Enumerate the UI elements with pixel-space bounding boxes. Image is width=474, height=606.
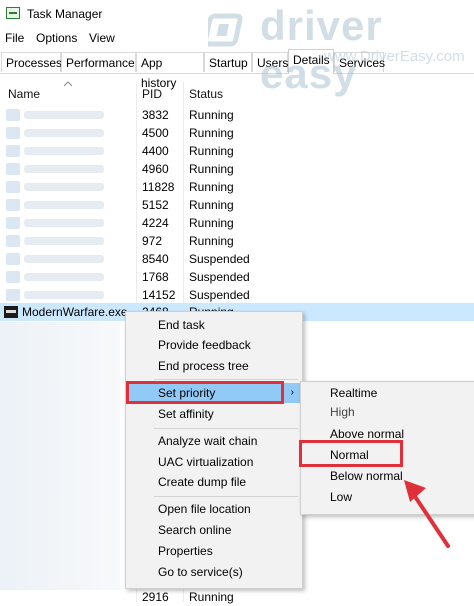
driver-easy-logo-icon xyxy=(208,13,243,47)
process-pid: 2916 xyxy=(142,590,169,604)
process-pid: 4224 xyxy=(142,216,169,230)
process-status: Running xyxy=(189,180,234,194)
blurred-process-name xyxy=(24,291,104,299)
menu-item-open-file-location[interactable]: Open file location xyxy=(126,499,302,519)
table-row[interactable]: 8540 Suspended xyxy=(0,250,474,268)
menu-item-create-dump-file[interactable]: Create dump file xyxy=(126,472,302,492)
menu-options[interactable]: Options xyxy=(36,31,77,45)
table-row[interactable]: 4960 Running xyxy=(0,160,474,178)
blurred-process-name xyxy=(24,219,104,227)
sort-up-icon xyxy=(64,81,72,87)
process-pid: 972 xyxy=(142,234,163,248)
process-icon xyxy=(6,253,20,265)
blurred-process-name xyxy=(24,111,104,119)
process-status: Suspended xyxy=(189,288,250,302)
blurred-process-name xyxy=(24,165,104,173)
menu-item-set-affinity[interactable]: Set affinity xyxy=(126,404,302,424)
blurred-process-name xyxy=(24,201,104,209)
process-pid: 4400 xyxy=(142,144,169,158)
process-status: Running xyxy=(189,108,234,122)
priority-normal[interactable]: Normal xyxy=(301,445,474,465)
menu-item-provide-feedback[interactable]: Provide feedback xyxy=(126,335,302,355)
menu-separator xyxy=(154,379,298,380)
menu-file[interactable]: File xyxy=(5,31,24,45)
process-status: Running xyxy=(189,162,234,176)
blurred-process-name xyxy=(24,237,104,245)
priority-above-normal[interactable]: Above normal xyxy=(301,424,474,444)
process-status: Suspended xyxy=(189,252,250,266)
context-menu: End task Provide feedback End process tr… xyxy=(125,311,303,589)
menu-item-end-process-tree[interactable]: End process tree xyxy=(126,356,302,376)
blurred-process-name xyxy=(24,147,104,155)
column-header-pid[interactable]: PID xyxy=(142,87,162,101)
task-manager-icon xyxy=(6,7,20,19)
menu-item-search-online[interactable]: Search online xyxy=(126,520,302,540)
process-icon xyxy=(6,199,20,211)
process-status: Running xyxy=(189,216,234,230)
modern-warfare-icon xyxy=(4,306,18,318)
process-status: Suspended xyxy=(189,270,250,284)
blurred-process-names xyxy=(0,322,120,590)
table-row[interactable]: 4500 Running xyxy=(0,124,474,142)
table-row[interactable]: 3832 Running xyxy=(0,106,474,124)
menu-item-go-to-services[interactable]: Go to service(s) xyxy=(126,562,302,582)
tab-processes[interactable]: Processes xyxy=(1,52,62,72)
menu-item-analyze-wait-chain[interactable]: Analyze wait chain xyxy=(126,431,302,451)
table-row[interactable]: 14152 Suspended xyxy=(0,286,474,304)
menu-separator xyxy=(154,428,298,429)
process-icon xyxy=(6,289,20,301)
table-row[interactable]: 4400 Running xyxy=(0,142,474,160)
watermark-url: www.DriverEasy.com xyxy=(324,48,465,65)
process-status: Running xyxy=(189,590,234,604)
table-row[interactable]: 2916 Running xyxy=(0,588,474,606)
process-status: Running xyxy=(189,126,234,140)
menu-item-uac-virtualization[interactable]: UAC virtualization xyxy=(126,452,302,472)
process-icon xyxy=(6,181,20,193)
process-icon xyxy=(6,127,20,139)
process-name: ModernWarfare.exe xyxy=(22,305,128,319)
blurred-process-name xyxy=(24,273,104,281)
driver-easy-watermark: driver easy www.DriverEasy.com xyxy=(204,2,474,97)
priority-realtime[interactable]: Realtime xyxy=(301,383,474,403)
process-status: Running xyxy=(189,144,234,158)
column-header-name[interactable]: Name xyxy=(8,87,40,101)
menu-view[interactable]: View xyxy=(89,31,115,45)
process-icon xyxy=(6,163,20,175)
process-pid: 8540 xyxy=(142,252,169,266)
menu-item-end-task[interactable]: End task xyxy=(126,315,302,335)
process-pid: 14152 xyxy=(142,288,176,302)
process-pid: 11828 xyxy=(142,180,175,194)
process-pid: 3832 xyxy=(142,108,169,122)
process-status: Running xyxy=(189,198,234,212)
process-pid: 5152 xyxy=(142,198,169,212)
process-icon xyxy=(6,109,20,121)
process-icon xyxy=(6,271,20,283)
process-icon xyxy=(6,235,20,247)
blurred-process-name xyxy=(24,183,104,191)
window-title: Task Manager xyxy=(27,7,103,21)
table-row[interactable]: 972 Running xyxy=(0,232,474,250)
table-row[interactable]: 4224 Running xyxy=(0,214,474,232)
tab-app-history[interactable]: App history xyxy=(136,52,204,90)
table-row[interactable]: 11828 Running xyxy=(0,178,474,196)
process-icon xyxy=(6,145,20,157)
menu-item-set-priority[interactable]: Set priority › xyxy=(126,383,302,403)
table-row[interactable]: 5152 Running xyxy=(0,196,474,214)
process-pid: 4960 xyxy=(142,162,169,176)
annotation-arrow-icon xyxy=(404,480,450,548)
menu-item-properties[interactable]: Properties xyxy=(126,541,302,561)
chevron-right-icon: › xyxy=(290,387,294,398)
process-pid: 4500 xyxy=(142,126,169,140)
priority-high[interactable]: High xyxy=(301,404,474,424)
blurred-process-name xyxy=(24,255,104,263)
menu-separator xyxy=(154,496,298,497)
process-status: Running xyxy=(189,234,234,248)
process-pid: 1768 xyxy=(142,270,169,284)
column-header-status[interactable]: Status xyxy=(189,87,223,101)
blurred-process-name xyxy=(24,129,104,137)
process-icon xyxy=(6,217,20,229)
tab-performance[interactable]: Performance xyxy=(61,52,136,72)
table-row[interactable]: 1768 Suspended xyxy=(0,268,474,286)
